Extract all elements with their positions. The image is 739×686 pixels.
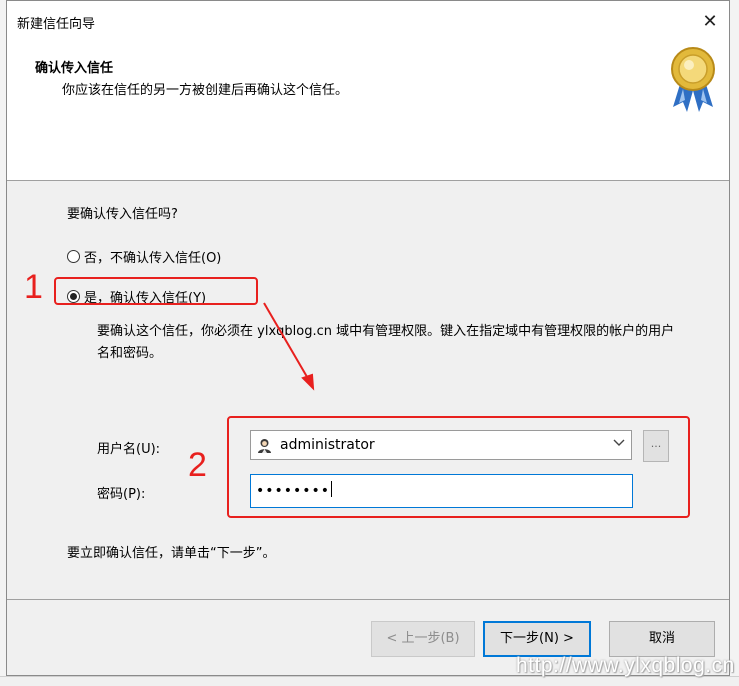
annotation-arrow-icon [263, 302, 315, 391]
watermark: http://www.ylxqblog.cn [516, 654, 735, 677]
